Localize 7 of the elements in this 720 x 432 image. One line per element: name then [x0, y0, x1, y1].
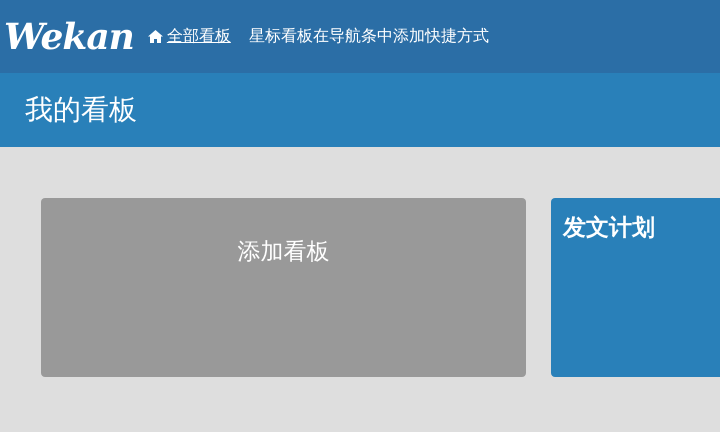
header-hint: 星标看板在导航条中添加快捷方式 [248, 26, 489, 47]
page-title: 我的看板 [25, 92, 137, 128]
all-boards-link[interactable]: 全部看板 [148, 26, 231, 47]
home-icon [148, 30, 163, 43]
add-board-tile[interactable]: 添加看板 [41, 198, 526, 377]
board-tile[interactable]: 发文计划 [551, 198, 720, 377]
wekan-logo[interactable]: Wekan [4, 16, 134, 58]
